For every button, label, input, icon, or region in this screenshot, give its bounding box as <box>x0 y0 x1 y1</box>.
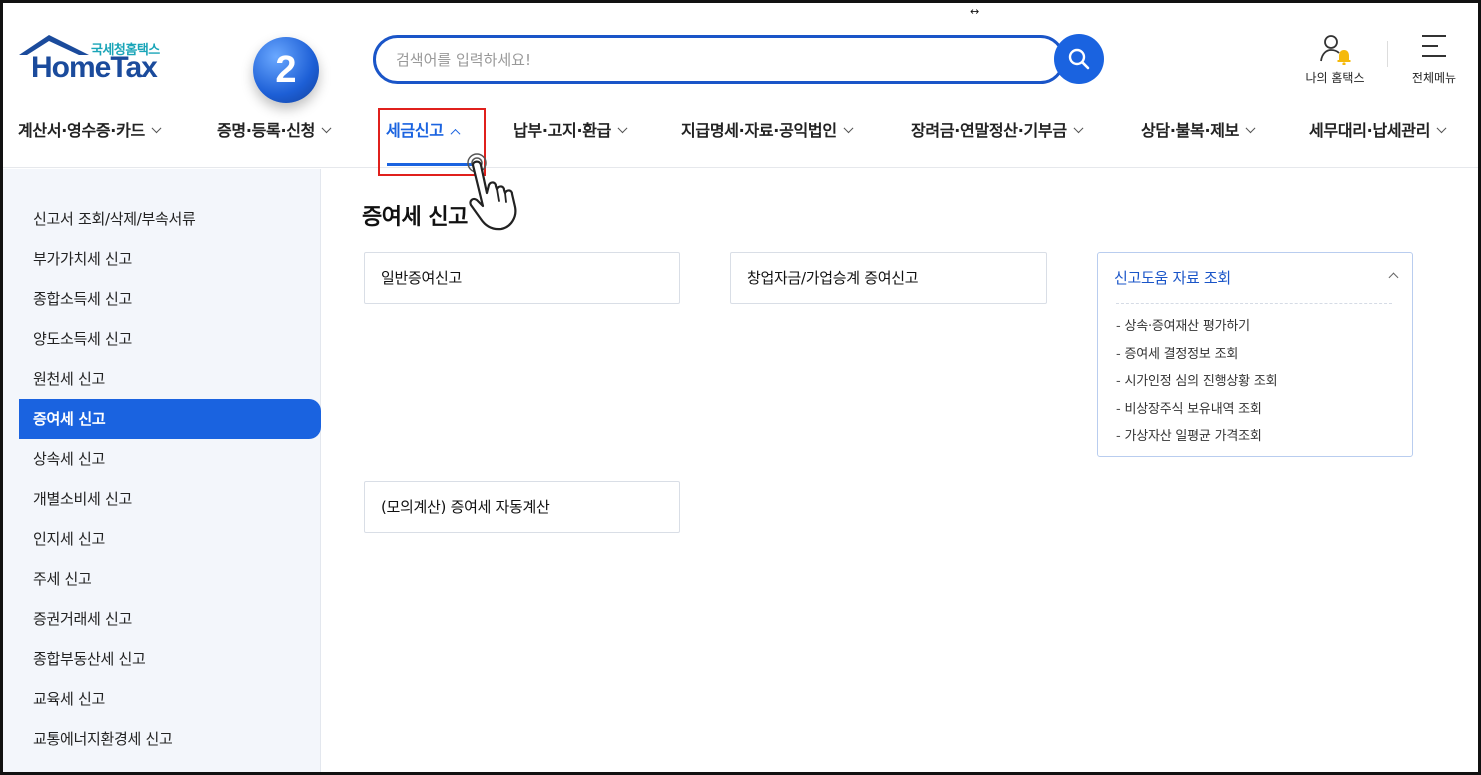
sidebar: 신고서 조회/삭제/부속서류 부가가치세 신고 종합소득세 신고 양도소득세 신… <box>3 169 321 772</box>
chevron-down-icon <box>1436 123 1447 134</box>
hometax-logo[interactable]: 국세청홈택스 HomeTax <box>17 33 177 89</box>
my-hometax-label: 나의 홈택스 <box>1305 71 1365 85</box>
search-button[interactable] <box>1054 34 1104 84</box>
nav-label: 상담·불복·제보 <box>1141 121 1240 140</box>
my-hometax-button[interactable]: 나의 홈택스 <box>1299 33 1371 89</box>
nav-item-tax-agent[interactable]: 세무대리·납세관리 <box>1309 117 1447 141</box>
nav-item-statements[interactable]: 지급명세·자료·공익법인 <box>681 117 854 141</box>
nav-item-incentives[interactable]: 장려금·연말정산·기부금 <box>911 117 1084 141</box>
help-link-decision-info[interactable]: 증여세 결정정보 조회 <box>1116 343 1238 362</box>
help-link-crypto-price[interactable]: 가상자산 일평균 가격조회 <box>1116 425 1261 444</box>
help-panel-title[interactable]: 신고도움 자료 조회 <box>1114 267 1231 288</box>
logo-english-text: HomeTax <box>31 51 158 84</box>
nav-item-certificates[interactable]: 증명·등록·신청 <box>217 117 332 141</box>
sidebar-item-transport[interactable]: 교통에너지환경세 신고 <box>19 719 321 759</box>
chevron-down-icon <box>151 123 162 134</box>
card-general-gift[interactable]: 일반증여신고 <box>364 252 680 304</box>
all-menu-label: 전체메뉴 <box>1411 71 1457 85</box>
help-link-valuation[interactable]: 상속·증여재산 평가하기 <box>1116 315 1250 334</box>
sidebar-item-gift-tax[interactable]: 증여세 신고 <box>19 399 321 439</box>
step-number-badge: 2 <box>253 37 319 103</box>
nav-label: 지급명세·자료·공익법인 <box>681 121 837 140</box>
all-menu-button[interactable]: 전체메뉴 <box>1403 33 1465 89</box>
help-link-unlisted-stock[interactable]: 비상장주식 보유내역 조회 <box>1116 398 1261 417</box>
help-panel: 신고도움 자료 조회 상속·증여재산 평가하기 증여세 결정정보 조회 시가인정… <box>1097 252 1413 457</box>
nav-label: 세무대리·납세관리 <box>1309 121 1431 140</box>
chevron-down-icon <box>843 123 854 134</box>
nav-label: 증명·등록·신청 <box>217 121 316 140</box>
sidebar-item-vat[interactable]: 부가가치세 신고 <box>19 239 321 279</box>
sidebar-item-income-tax[interactable]: 종합소득세 신고 <box>19 279 321 319</box>
card-gift-calculator[interactable]: (모의계산) 증여세 자동계산 <box>364 481 680 533</box>
sidebar-item-securities[interactable]: 증권거래세 신고 <box>19 599 321 639</box>
chevron-down-icon <box>1073 123 1084 134</box>
chevron-down-icon <box>1245 123 1256 134</box>
sidebar-item-property[interactable]: 종합부동산세 신고 <box>19 639 321 679</box>
sidebar-item-capital-gains[interactable]: 양도소득세 신고 <box>19 319 321 359</box>
chevron-down-icon <box>321 123 332 134</box>
search-bar <box>373 35 1065 84</box>
sidebar-item-education[interactable]: 교육세 신고 <box>19 679 321 719</box>
main-nav: 계산서·영수증·카드 증명·등록·신청 세금신고 납부·고지·환급 지급명세·자… <box>3 107 1478 151</box>
header: 국세청홈택스 HomeTax 2 ↔ 나의 홈택스 <box>3 3 1478 168</box>
sidebar-item-withholding[interactable]: 원천세 신고 <box>19 359 321 399</box>
card-startup-gift[interactable]: 창업자금/가업승계 증여신고 <box>730 252 1047 304</box>
search-icon <box>1068 48 1090 70</box>
screen-frame: 국세청홈택스 HomeTax 2 ↔ 나의 홈택스 <box>0 0 1481 775</box>
nav-item-payment[interactable]: 납부·고지·환급 <box>513 117 628 141</box>
resize-cursor-icon: ↔ <box>970 5 980 18</box>
nav-label: 납부·고지·환급 <box>513 121 612 140</box>
nav-label: 계산서·영수증·카드 <box>18 121 145 140</box>
page-title: 증여세 신고 <box>362 205 468 230</box>
help-link-market-price-review[interactable]: 시가인정 심의 진행상황 조회 <box>1116 370 1277 389</box>
nav-item-receipts[interactable]: 계산서·영수증·카드 <box>18 117 162 141</box>
chevron-down-icon <box>617 123 628 134</box>
nav-label: 장려금·연말정산·기부금 <box>911 121 1067 140</box>
sidebar-item-consumption[interactable]: 개별소비세 신고 <box>19 479 321 519</box>
user-bell-icon <box>1320 35 1351 65</box>
hamburger-icon <box>1422 35 1446 65</box>
sidebar-item-report-inquiry[interactable]: 신고서 조회/삭제/부속서류 <box>19 199 321 239</box>
pointing-hand-cursor-icon <box>467 153 517 231</box>
sidebar-item-inheritance[interactable]: 상속세 신고 <box>19 439 321 479</box>
sidebar-item-stamp[interactable]: 인지세 신고 <box>19 519 321 559</box>
sidebar-item-liquor[interactable]: 주세 신고 <box>19 559 321 599</box>
search-input[interactable] <box>396 48 996 72</box>
header-divider <box>1387 41 1388 67</box>
nav-item-consulting[interactable]: 상담·불복·제보 <box>1141 117 1256 141</box>
divider <box>1116 303 1392 304</box>
chevron-up-icon[interactable] <box>1388 272 1399 283</box>
